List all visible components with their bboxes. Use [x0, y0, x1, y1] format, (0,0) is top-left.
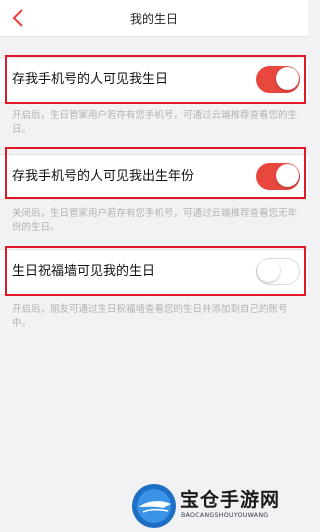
- highlight-frame: [5, 246, 306, 296]
- watermark: 宝仓手游网 BAOCANGSHOUYOUWANG: [130, 482, 300, 530]
- highlight-frame: [5, 147, 306, 199]
- highlight-frame: [5, 55, 306, 104]
- setting-description: 开启后，生日管家用户若存有您手机号，可通过云端推荐查看您的生日。: [12, 110, 298, 135]
- watermark-subtitle: BAOCANGSHOUYOUWANG: [181, 512, 269, 519]
- setting-description: 关闭后，生日管家用户若存有您手机号，可通过云端推荐查看您无年份的生日。: [12, 208, 298, 233]
- page-title: 我的生日: [129, 12, 178, 26]
- nav-bar: 我的生日: [0, 0, 308, 37]
- watermark-logo-icon: [132, 484, 176, 528]
- watermark-name: 宝仓手游网: [180, 489, 281, 511]
- setting-description: 开启后，朋友可通过生日祝福墙查看您的生日并添加到自己的账号中。: [12, 304, 288, 329]
